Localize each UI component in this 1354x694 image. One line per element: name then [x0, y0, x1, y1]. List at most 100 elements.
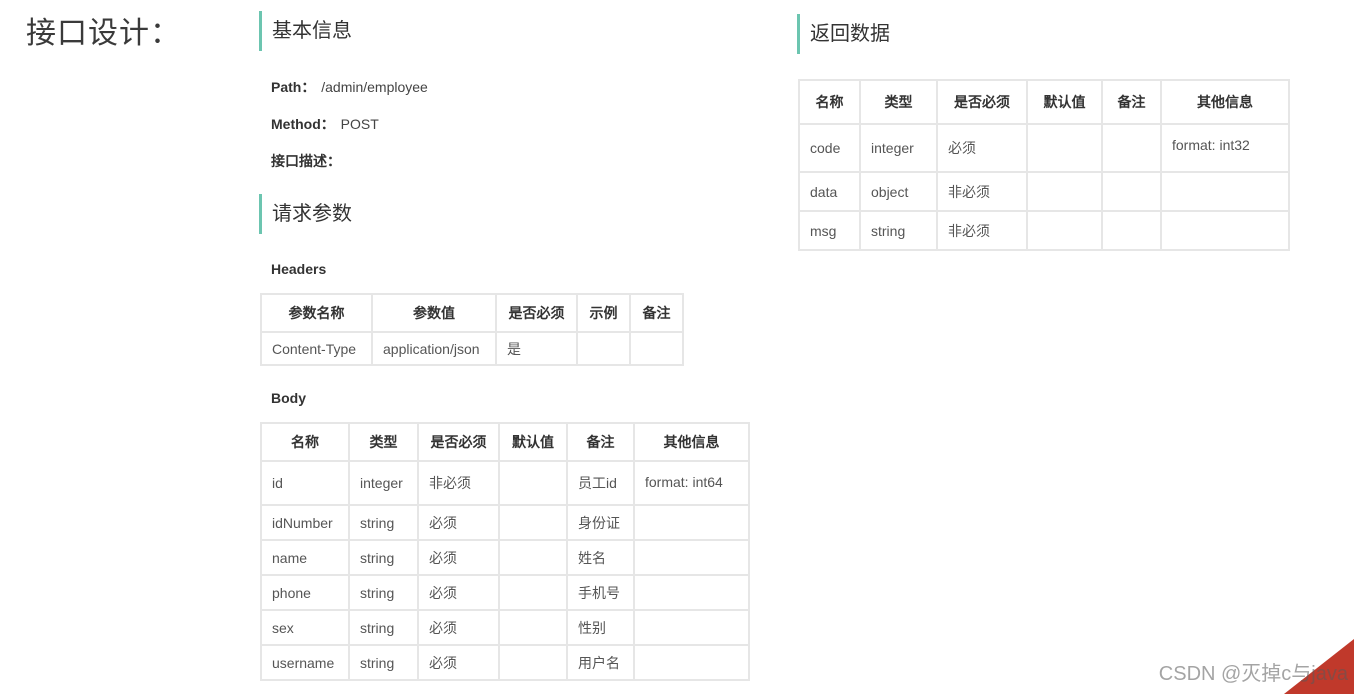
body-table-cell: format: int64	[633, 460, 750, 506]
body-table-cell: string	[348, 609, 419, 646]
body-table-cell	[633, 574, 750, 611]
response-data-heading: 返回数据	[797, 14, 890, 54]
body-table-row: idNumber string 必须 身份证	[260, 504, 750, 541]
response-table-cell: string	[859, 210, 938, 251]
path-row: Path： /admin/employee	[271, 77, 428, 97]
response-table-cell: msg	[798, 210, 861, 251]
headers-table-cell: 是	[495, 331, 578, 366]
headers-table-col-header: 备注	[629, 293, 684, 333]
response-table-cell	[1160, 210, 1290, 251]
body-table-row: phone string 必须 手机号	[260, 574, 750, 611]
body-table-cell	[498, 644, 568, 681]
response-table-cell: format: int32	[1160, 123, 1290, 173]
headers-label: Headers	[271, 261, 327, 277]
headers-table-col-header: 是否必须	[495, 293, 578, 333]
method-row: Method： POST	[271, 114, 379, 134]
body-table-cell: name	[260, 539, 350, 576]
body-table-cell: username	[260, 644, 350, 681]
body-table-cell: 手机号	[566, 574, 635, 611]
response-table-cell	[1101, 123, 1162, 173]
body-table-col-header: 类型	[348, 422, 419, 462]
watermark: CSDN @灭掉c与java	[1158, 663, 1348, 685]
description-row: 接口描述：	[271, 151, 341, 171]
body-table-cell	[633, 504, 750, 541]
body-table-row: username string 必须 用户名	[260, 644, 750, 681]
response-table-cell	[1026, 171, 1103, 212]
response-table-row: code integer 必须 format: int32	[798, 123, 1290, 173]
body-table-row: sex string 必须 性别	[260, 609, 750, 646]
body-table-header-row: 名称 类型 是否必须 默认值 备注 其他信息	[260, 422, 750, 462]
response-table-col-header: 备注	[1101, 79, 1162, 125]
response-table-col-header: 类型	[859, 79, 938, 125]
response-table-cell: 必须	[936, 123, 1028, 173]
body-table-cell	[633, 539, 750, 576]
request-params-heading: 请求参数	[259, 194, 352, 234]
headers-table-cell	[629, 331, 684, 366]
body-table-cell	[498, 460, 568, 506]
response-table-cell	[1026, 210, 1103, 251]
basic-info-heading: 基本信息	[259, 11, 352, 51]
body-table-cell: string	[348, 504, 419, 541]
body-table-cell: string	[348, 574, 419, 611]
body-table-cell: 必须	[417, 574, 500, 611]
body-table-cell: 必须	[417, 504, 500, 541]
body-table-cell: phone	[260, 574, 350, 611]
response-table-cell	[1026, 123, 1103, 173]
headers-table-cell: Content-Type	[260, 331, 373, 366]
headers-table-row: Content-Type application/json 是	[260, 331, 684, 366]
headers-table-col-header: 参数值	[371, 293, 497, 333]
headers-table-header-row: 参数名称 参数值 是否必须 示例 备注	[260, 293, 684, 333]
description-label: 接口描述：	[271, 153, 341, 169]
response-table-header-row: 名称 类型 是否必须 默认值 备注 其他信息	[798, 79, 1290, 125]
body-table-col-header: 名称	[260, 422, 350, 462]
body-table-cell	[633, 609, 750, 646]
method-value: POST	[340, 116, 379, 132]
body-table-cell: id	[260, 460, 350, 506]
response-table-cell	[1101, 171, 1162, 212]
body-table-cell: 必须	[417, 644, 500, 681]
body-table-cell: string	[348, 539, 419, 576]
body-table-cell: string	[348, 644, 419, 681]
body-table-row: id integer 非必须 员工id format: int64	[260, 460, 750, 506]
body-table-cell	[633, 644, 750, 681]
body-table-cell: 员工id	[566, 460, 635, 506]
body-table-cell	[498, 539, 568, 576]
body-table-cell	[498, 574, 568, 611]
body-table-cell: idNumber	[260, 504, 350, 541]
body-table-col-header: 其他信息	[633, 422, 750, 462]
headers-table-col-header: 参数名称	[260, 293, 373, 333]
path-label: Path：	[271, 79, 316, 95]
method-label: Method：	[271, 116, 335, 132]
response-table-col-header: 是否必须	[936, 79, 1028, 125]
body-label: Body	[271, 390, 306, 406]
body-table-col-header: 是否必须	[417, 422, 500, 462]
body-table-col-header: 备注	[566, 422, 635, 462]
body-table-cell	[498, 609, 568, 646]
response-table-cell: object	[859, 171, 938, 212]
headers-table-cell: application/json	[371, 331, 497, 366]
body-table-cell: 非必须	[417, 460, 500, 506]
headers-table-col-header: 示例	[576, 293, 631, 333]
body-table-row: name string 必须 姓名	[260, 539, 750, 576]
response-table-cell: data	[798, 171, 861, 212]
response-table-cell: code	[798, 123, 861, 173]
body-table-cell: 身份证	[566, 504, 635, 541]
body-table-cell: sex	[260, 609, 350, 646]
response-table: 名称 类型 是否必须 默认值 备注 其他信息 code integer 必须 format: i…	[798, 79, 1290, 251]
response-table-row: data object 非必须	[798, 171, 1290, 212]
body-table-cell: 姓名	[566, 539, 635, 576]
response-table-col-header: 名称	[798, 79, 861, 125]
body-table-cell: integer	[348, 460, 419, 506]
response-table-cell: integer	[859, 123, 938, 173]
response-table-cell	[1101, 210, 1162, 251]
response-table-row: msg string 非必须	[798, 210, 1290, 251]
response-table-col-header: 默认值	[1026, 79, 1103, 125]
body-table-cell	[498, 504, 568, 541]
body-table-cell: 用户名	[566, 644, 635, 681]
page-title: 接口设计：	[26, 17, 181, 50]
path-value: /admin/employee	[321, 79, 428, 95]
body-table-cell: 性别	[566, 609, 635, 646]
body-table: 名称 类型 是否必须 默认值 备注 其他信息 id integer 非必须 员工id format…	[260, 422, 750, 681]
body-table-cell: 必须	[417, 609, 500, 646]
response-table-cell: 非必须	[936, 210, 1028, 251]
